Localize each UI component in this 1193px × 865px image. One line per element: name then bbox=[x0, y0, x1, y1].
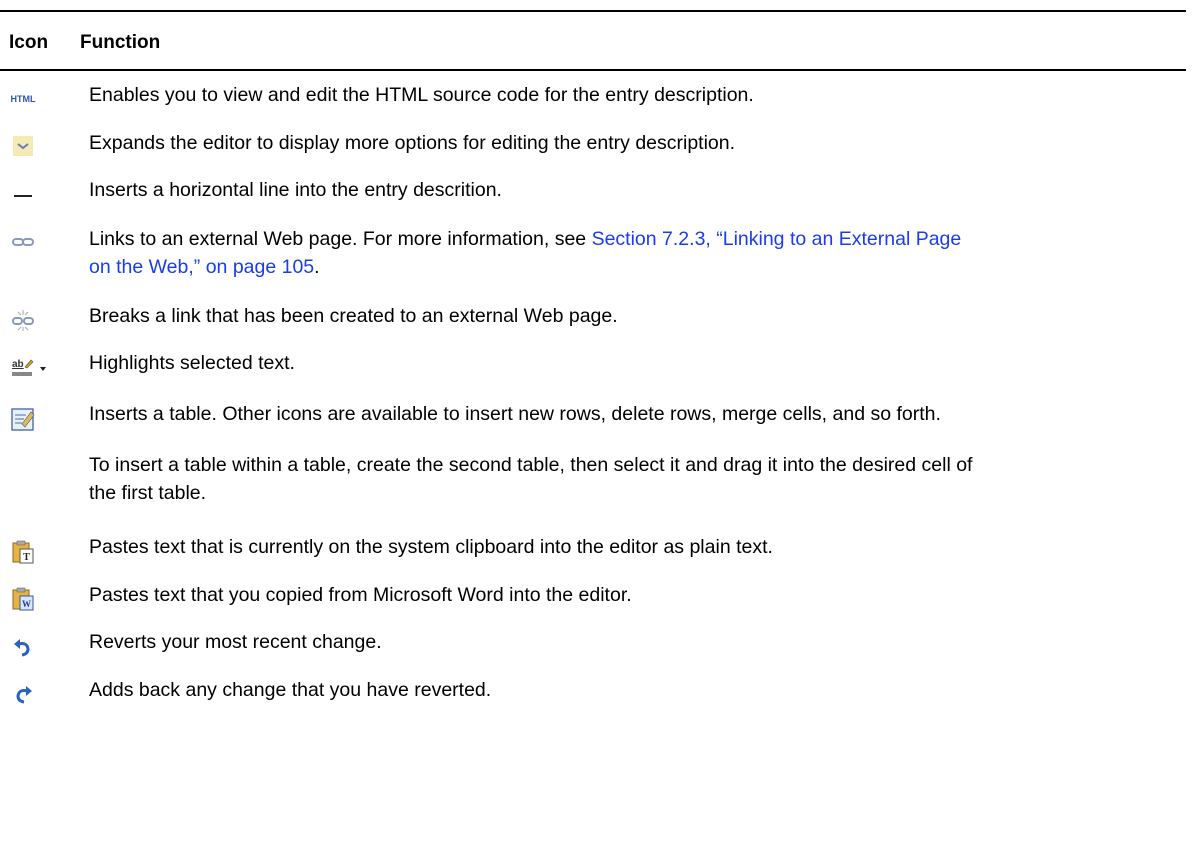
svg-text:W: W bbox=[22, 599, 31, 609]
row-3-function: Inserts a horizontal line into the entry… bbox=[89, 179, 502, 201]
highlight-icon: ab bbox=[12, 359, 46, 376]
svg-text:HTML: HTML bbox=[11, 94, 36, 104]
paste-from-word-icon: W bbox=[12, 587, 34, 611]
row-6-function: Highlights selected text. bbox=[89, 352, 295, 374]
row-2-function: Expands the editor to display more optio… bbox=[89, 132, 736, 154]
redo-icon bbox=[16, 686, 32, 704]
section-link-line-1[interactable]: Section 7.2.3, “Linking to an External P… bbox=[592, 228, 962, 250]
row-5-function: Breaks a link that has been created to a… bbox=[89, 305, 618, 327]
undo-icon bbox=[14, 639, 30, 657]
row-4-period: . bbox=[314, 256, 320, 278]
table-top-rule bbox=[0, 10, 1186, 12]
table-icon bbox=[11, 408, 35, 431]
section-link-line-2[interactable]: on the Web,” on page 105 bbox=[89, 256, 314, 278]
row-7-note-line-2: the first table. bbox=[89, 482, 207, 504]
html-source-icon: HTML bbox=[11, 94, 36, 104]
row-10-function: Reverts your most recent change. bbox=[89, 631, 382, 653]
row-8-function: Pastes text that is currently on the sys… bbox=[89, 536, 773, 558]
row-11-function: Adds back any change that you have rever… bbox=[89, 679, 492, 701]
column-header-function: Function bbox=[80, 32, 161, 53]
row-7-function: Inserts a table. Other icons are availab… bbox=[89, 403, 941, 425]
unlink-icon bbox=[12, 310, 34, 331]
link-icon bbox=[12, 238, 34, 246]
header-rule bbox=[0, 69, 1186, 71]
row-4-function: Links to an external Web page. For more … bbox=[89, 225, 1179, 281]
row-7-note-line-1: To insert a table within a table, create… bbox=[89, 454, 973, 476]
row-9-function: Pastes text that you copied from Microso… bbox=[89, 584, 632, 606]
row-7-note: To insert a table within a table, create… bbox=[89, 451, 1179, 507]
row-4-text: Links to an external Web page. For more … bbox=[89, 228, 592, 250]
svg-text:T: T bbox=[23, 552, 30, 563]
row-1-function: Enables you to view and edit the HTML so… bbox=[89, 84, 754, 106]
expand-editor-icon bbox=[13, 136, 33, 156]
column-header-icon: Icon bbox=[9, 32, 49, 53]
paste-plain-text-icon: T bbox=[12, 540, 34, 564]
horizontal-line-icon bbox=[14, 195, 32, 197]
svg-text:ab: ab bbox=[12, 359, 24, 370]
